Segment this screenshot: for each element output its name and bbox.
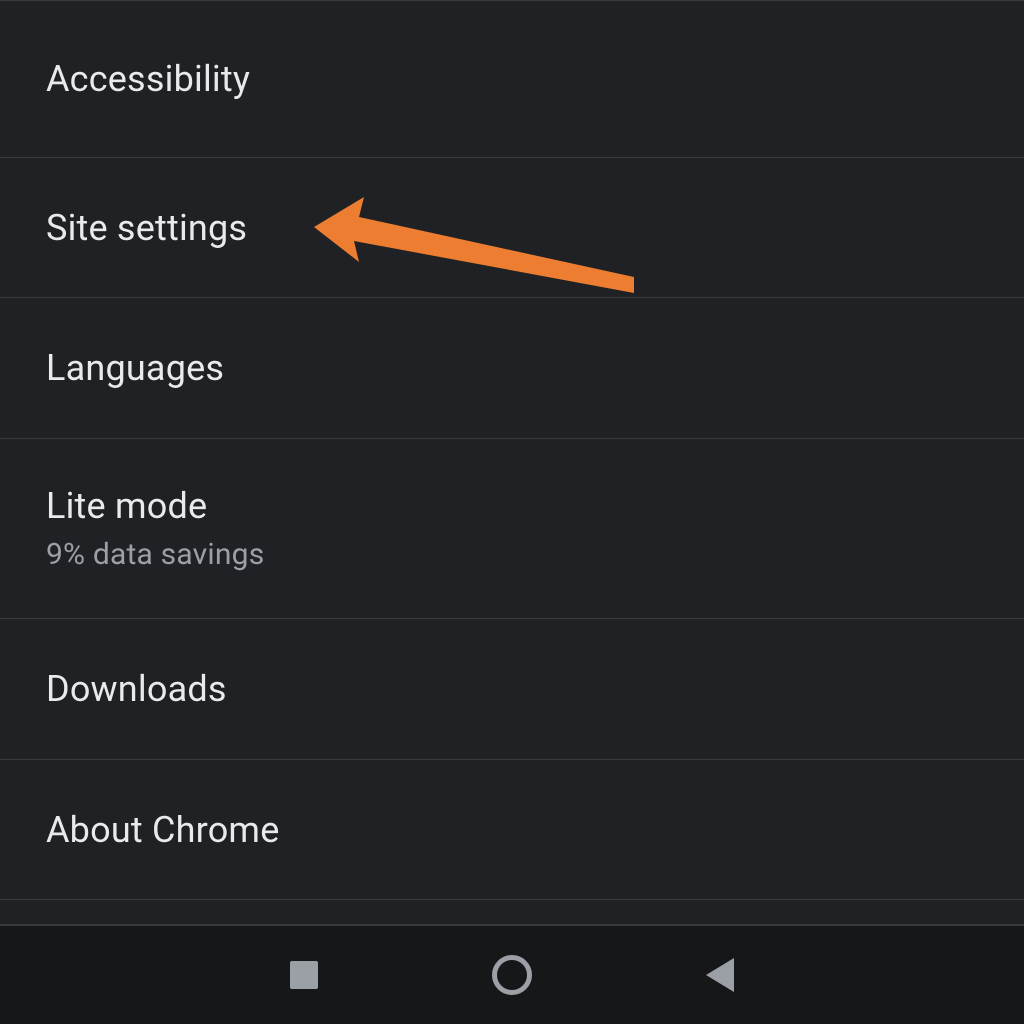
item-title: Languages: [46, 347, 978, 389]
square-icon: [290, 961, 318, 989]
settings-item-site-settings[interactable]: Site settings: [0, 157, 1024, 297]
settings-item-lite-mode[interactable]: Lite mode 9% data savings: [0, 438, 1024, 618]
circle-icon: [492, 955, 532, 995]
settings-item-downloads[interactable]: Downloads: [0, 618, 1024, 759]
home-button[interactable]: [462, 945, 562, 1005]
item-title: Accessibility: [46, 58, 978, 100]
item-title: Site settings: [46, 207, 978, 249]
item-title: About Chrome: [46, 809, 978, 851]
item-title: Downloads: [46, 668, 978, 710]
settings-item-accessibility[interactable]: Accessibility: [0, 0, 1024, 157]
settings-list: Accessibility Site settings Languages Li…: [0, 0, 1024, 900]
settings-item-about-chrome[interactable]: About Chrome: [0, 759, 1024, 900]
settings-item-languages[interactable]: Languages: [0, 297, 1024, 438]
triangle-icon: [706, 958, 734, 992]
item-subtitle: 9% data savings: [46, 537, 978, 572]
item-title: Lite mode: [46, 485, 978, 527]
back-button[interactable]: [670, 945, 770, 1005]
navigation-bar: [0, 924, 1024, 1024]
overview-button[interactable]: [254, 945, 354, 1005]
